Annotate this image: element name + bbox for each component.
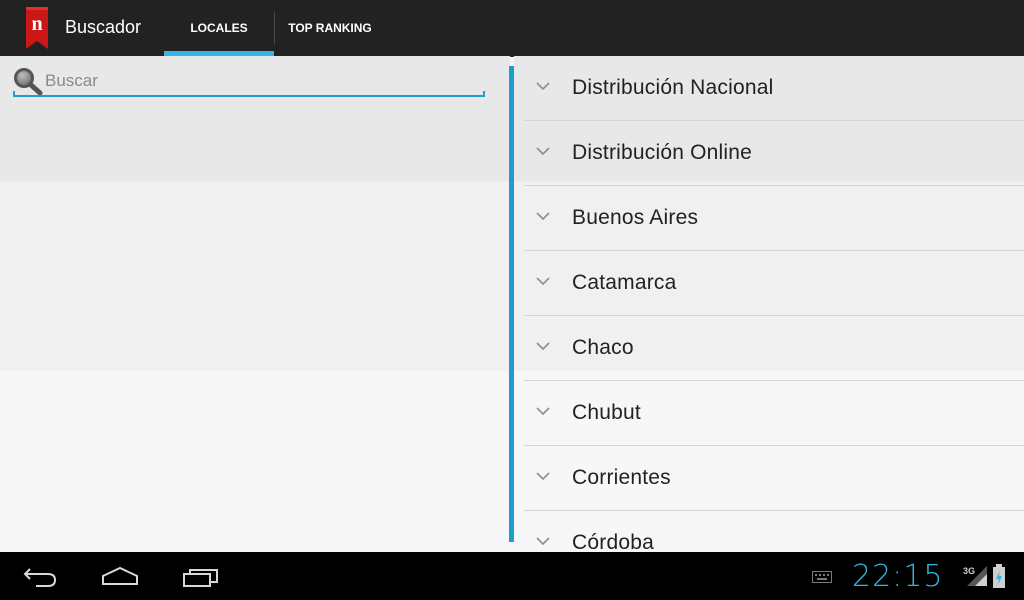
list-item-label: Corrientes: [572, 466, 671, 489]
search-underline: [13, 91, 485, 97]
clock[interactable]: 22:15: [852, 559, 943, 594]
list-item-label: Chaco: [572, 336, 634, 359]
list-item-label: Córdoba: [572, 531, 654, 552]
tab-top-ranking[interactable]: TOP RANKING: [275, 0, 385, 56]
back-icon[interactable]: [22, 564, 58, 590]
home-icon[interactable]: [101, 564, 139, 590]
list-item-label: Distribución Online: [572, 141, 753, 164]
list-item-label: Distribución Nacional: [572, 76, 774, 99]
action-bar: n Buscador LOCALES TOP RANKING: [0, 0, 1024, 57]
tab-locales-label: LOCALES: [190, 21, 248, 35]
chevron-down-icon: [536, 407, 550, 416]
chevron-down-icon: [536, 537, 550, 546]
list-item-distribucion-nacional[interactable]: Distribución Nacional: [524, 56, 1024, 121]
system-bar: 22:15: [0, 552, 1024, 600]
list-item-corrientes[interactable]: Corrientes: [524, 446, 1024, 511]
chevron-down-icon: [536, 82, 550, 91]
recent-apps-icon[interactable]: [182, 564, 220, 590]
app-logo-icon[interactable]: n: [26, 7, 48, 49]
keyboard-icon[interactable]: [812, 571, 832, 583]
chevron-down-icon: [536, 472, 550, 481]
list-item-chubut[interactable]: Chubut: [524, 381, 1024, 446]
left-pane-band: [0, 181, 510, 371]
tab-locales[interactable]: LOCALES: [164, 0, 274, 56]
left-pane-band: [0, 371, 510, 552]
list-item-catamarca[interactable]: Catamarca: [524, 251, 1024, 316]
list-item-cordoba[interactable]: Córdoba: [524, 511, 1024, 552]
chevron-down-icon: [536, 212, 550, 221]
chevron-down-icon: [536, 147, 550, 156]
battery-charging-icon: [993, 564, 1005, 588]
list-item-label: Buenos Aires: [572, 206, 699, 229]
chevron-down-icon: [536, 277, 550, 286]
search-field[interactable]: [13, 65, 485, 97]
list-item-chaco[interactable]: Chaco: [524, 316, 1024, 381]
left-pane: [0, 56, 510, 552]
list-item-buenos-aires[interactable]: Buenos Aires: [524, 186, 1024, 251]
search-input[interactable]: [45, 69, 475, 93]
network-type-label: 3G: [963, 566, 976, 576]
tab-top-ranking-label: TOP RANKING: [288, 21, 372, 35]
chevron-down-icon: [536, 342, 550, 351]
search-icon: [14, 68, 43, 95]
app-title: Buscador: [65, 17, 142, 37]
list-item-label: Catamarca: [572, 271, 677, 294]
regions-list-items: Distribución Nacional Distribución Onlin…: [514, 56, 1024, 552]
regions-list[interactable]: Distribución Nacional Distribución Onlin…: [514, 56, 1024, 552]
list-item-distribucion-online[interactable]: Distribución Online: [524, 121, 1024, 186]
list-item-label: Chubut: [572, 401, 641, 424]
app-logo-letter: n: [31, 13, 42, 35]
